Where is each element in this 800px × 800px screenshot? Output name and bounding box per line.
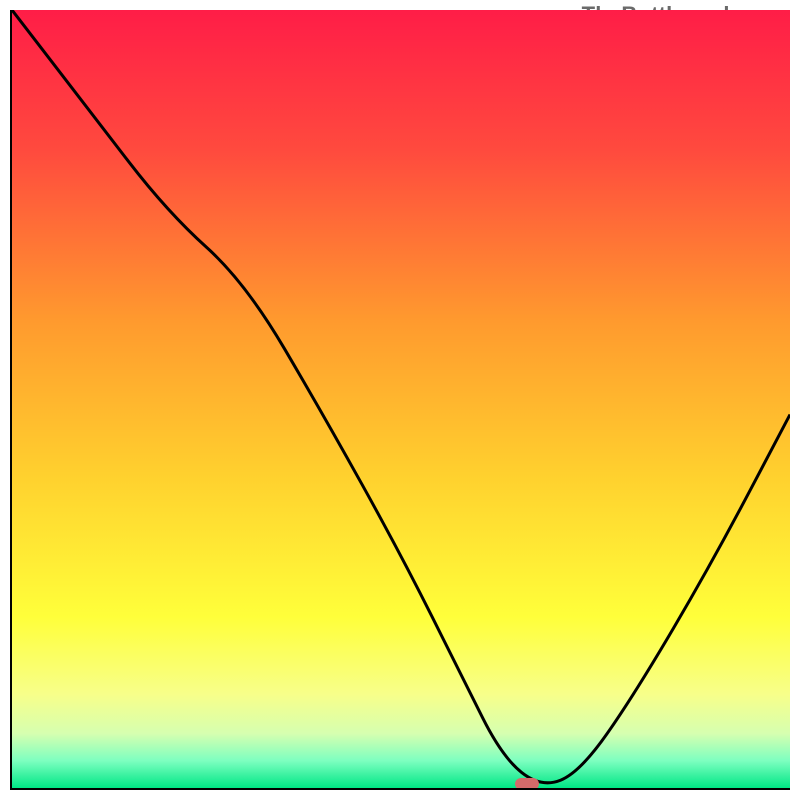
bottleneck-curve-path — [12, 10, 790, 783]
curve-layer — [12, 10, 790, 788]
plot-area — [10, 10, 790, 790]
bottleneck-chart: TheBottleneck.com — [0, 0, 800, 800]
optimum-marker — [515, 778, 539, 790]
